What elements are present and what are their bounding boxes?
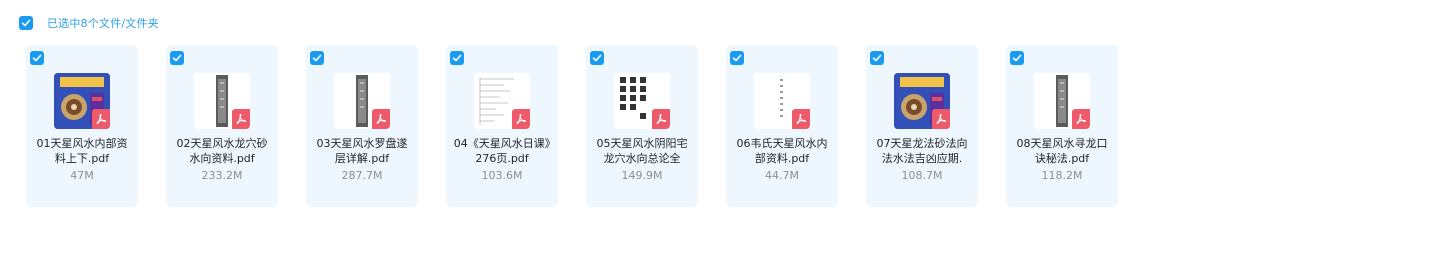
file-name[interactable]: 06韦氏天星风水内部资料.pdf: [732, 136, 832, 166]
file-name[interactable]: 07天星龙法砂法向法水法吉凶应期.: [872, 136, 972, 166]
check-icon: [32, 54, 42, 62]
file-checkbox[interactable]: [590, 51, 604, 65]
file-name[interactable]: 03天星风水罗盘遂层详解.pdf: [312, 136, 412, 166]
file-checkbox[interactable]: [310, 51, 324, 65]
file-checkbox[interactable]: [450, 51, 464, 65]
file-thumbnail: [474, 73, 530, 129]
pdf-icon: [792, 109, 810, 129]
select-all-bar: 已选中8个文件/文件夹: [19, 15, 159, 31]
file-size: 108.7M: [901, 169, 943, 182]
pdf-icon: [1072, 109, 1090, 129]
file-name[interactable]: 02天星风水龙穴砂水向资料.pdf: [172, 136, 272, 166]
file-checkbox[interactable]: [170, 51, 184, 65]
file-card[interactable]: 04《天星风水日课》276页.pdf 103.6M: [446, 45, 558, 207]
pdf-icon: [372, 109, 390, 129]
file-name[interactable]: 08天星风水寻龙口诀秘法.pdf: [1012, 136, 1112, 166]
file-card[interactable]: 05天星风水阴阳宅龙穴水向总论全 149.9M: [586, 45, 698, 207]
pdf-icon: [92, 109, 110, 129]
pdf-icon: [652, 109, 670, 129]
file-thumbnail: [1034, 73, 1090, 129]
check-icon: [732, 54, 742, 62]
file-card[interactable]: 03天星风水罗盘遂层详解.pdf 287.7M: [306, 45, 418, 207]
check-icon: [1012, 54, 1022, 62]
file-size: 44.7M: [765, 169, 799, 182]
check-icon: [592, 54, 602, 62]
file-size: 287.7M: [341, 169, 383, 182]
check-icon: [312, 54, 322, 62]
file-size: 149.9M: [621, 169, 663, 182]
pdf-icon: [932, 109, 950, 129]
file-thumbnail: [754, 73, 810, 129]
file-size: 118.2M: [1041, 169, 1083, 182]
file-checkbox[interactable]: [1010, 51, 1024, 65]
file-card[interactable]: 08天星风水寻龙口诀秘法.pdf 118.2M: [1006, 45, 1118, 207]
check-icon: [21, 19, 31, 27]
file-size: 103.6M: [481, 169, 523, 182]
pdf-icon: [512, 109, 530, 129]
check-icon: [872, 54, 882, 62]
file-thumbnail: [194, 73, 250, 129]
file-thumbnail: [54, 73, 110, 129]
check-icon: [172, 54, 182, 62]
file-card[interactable]: 01天星风水内部资料上下.pdf 47M: [26, 45, 138, 207]
file-card[interactable]: 02天星风水龙穴砂水向资料.pdf 233.2M: [166, 45, 278, 207]
file-card[interactable]: 06韦氏天星风水内部资料.pdf 44.7M: [726, 45, 838, 207]
file-thumbnail: [334, 73, 390, 129]
file-name[interactable]: 05天星风水阴阳宅龙穴水向总论全: [592, 136, 692, 166]
check-icon: [452, 54, 462, 62]
file-name[interactable]: 04《天星风水日课》276页.pdf: [452, 136, 552, 166]
file-checkbox[interactable]: [870, 51, 884, 65]
file-grid: 01天星风水内部资料上下.pdf 47M 02天星风水龙穴砂水向资料.pdf 233.…: [26, 45, 1146, 207]
file-size: 233.2M: [201, 169, 243, 182]
file-checkbox[interactable]: [730, 51, 744, 65]
selection-count-label: 已选中8个文件/文件夹: [47, 17, 159, 30]
file-checkbox[interactable]: [30, 51, 44, 65]
pdf-icon: [232, 109, 250, 129]
file-card[interactable]: 07天星龙法砂法向法水法吉凶应期. 108.7M: [866, 45, 978, 207]
select-all-checkbox[interactable]: [19, 16, 33, 30]
file-thumbnail: [614, 73, 670, 129]
file-name[interactable]: 01天星风水内部资料上下.pdf: [32, 136, 132, 166]
file-size: 47M: [70, 169, 94, 182]
file-thumbnail: [894, 73, 950, 129]
